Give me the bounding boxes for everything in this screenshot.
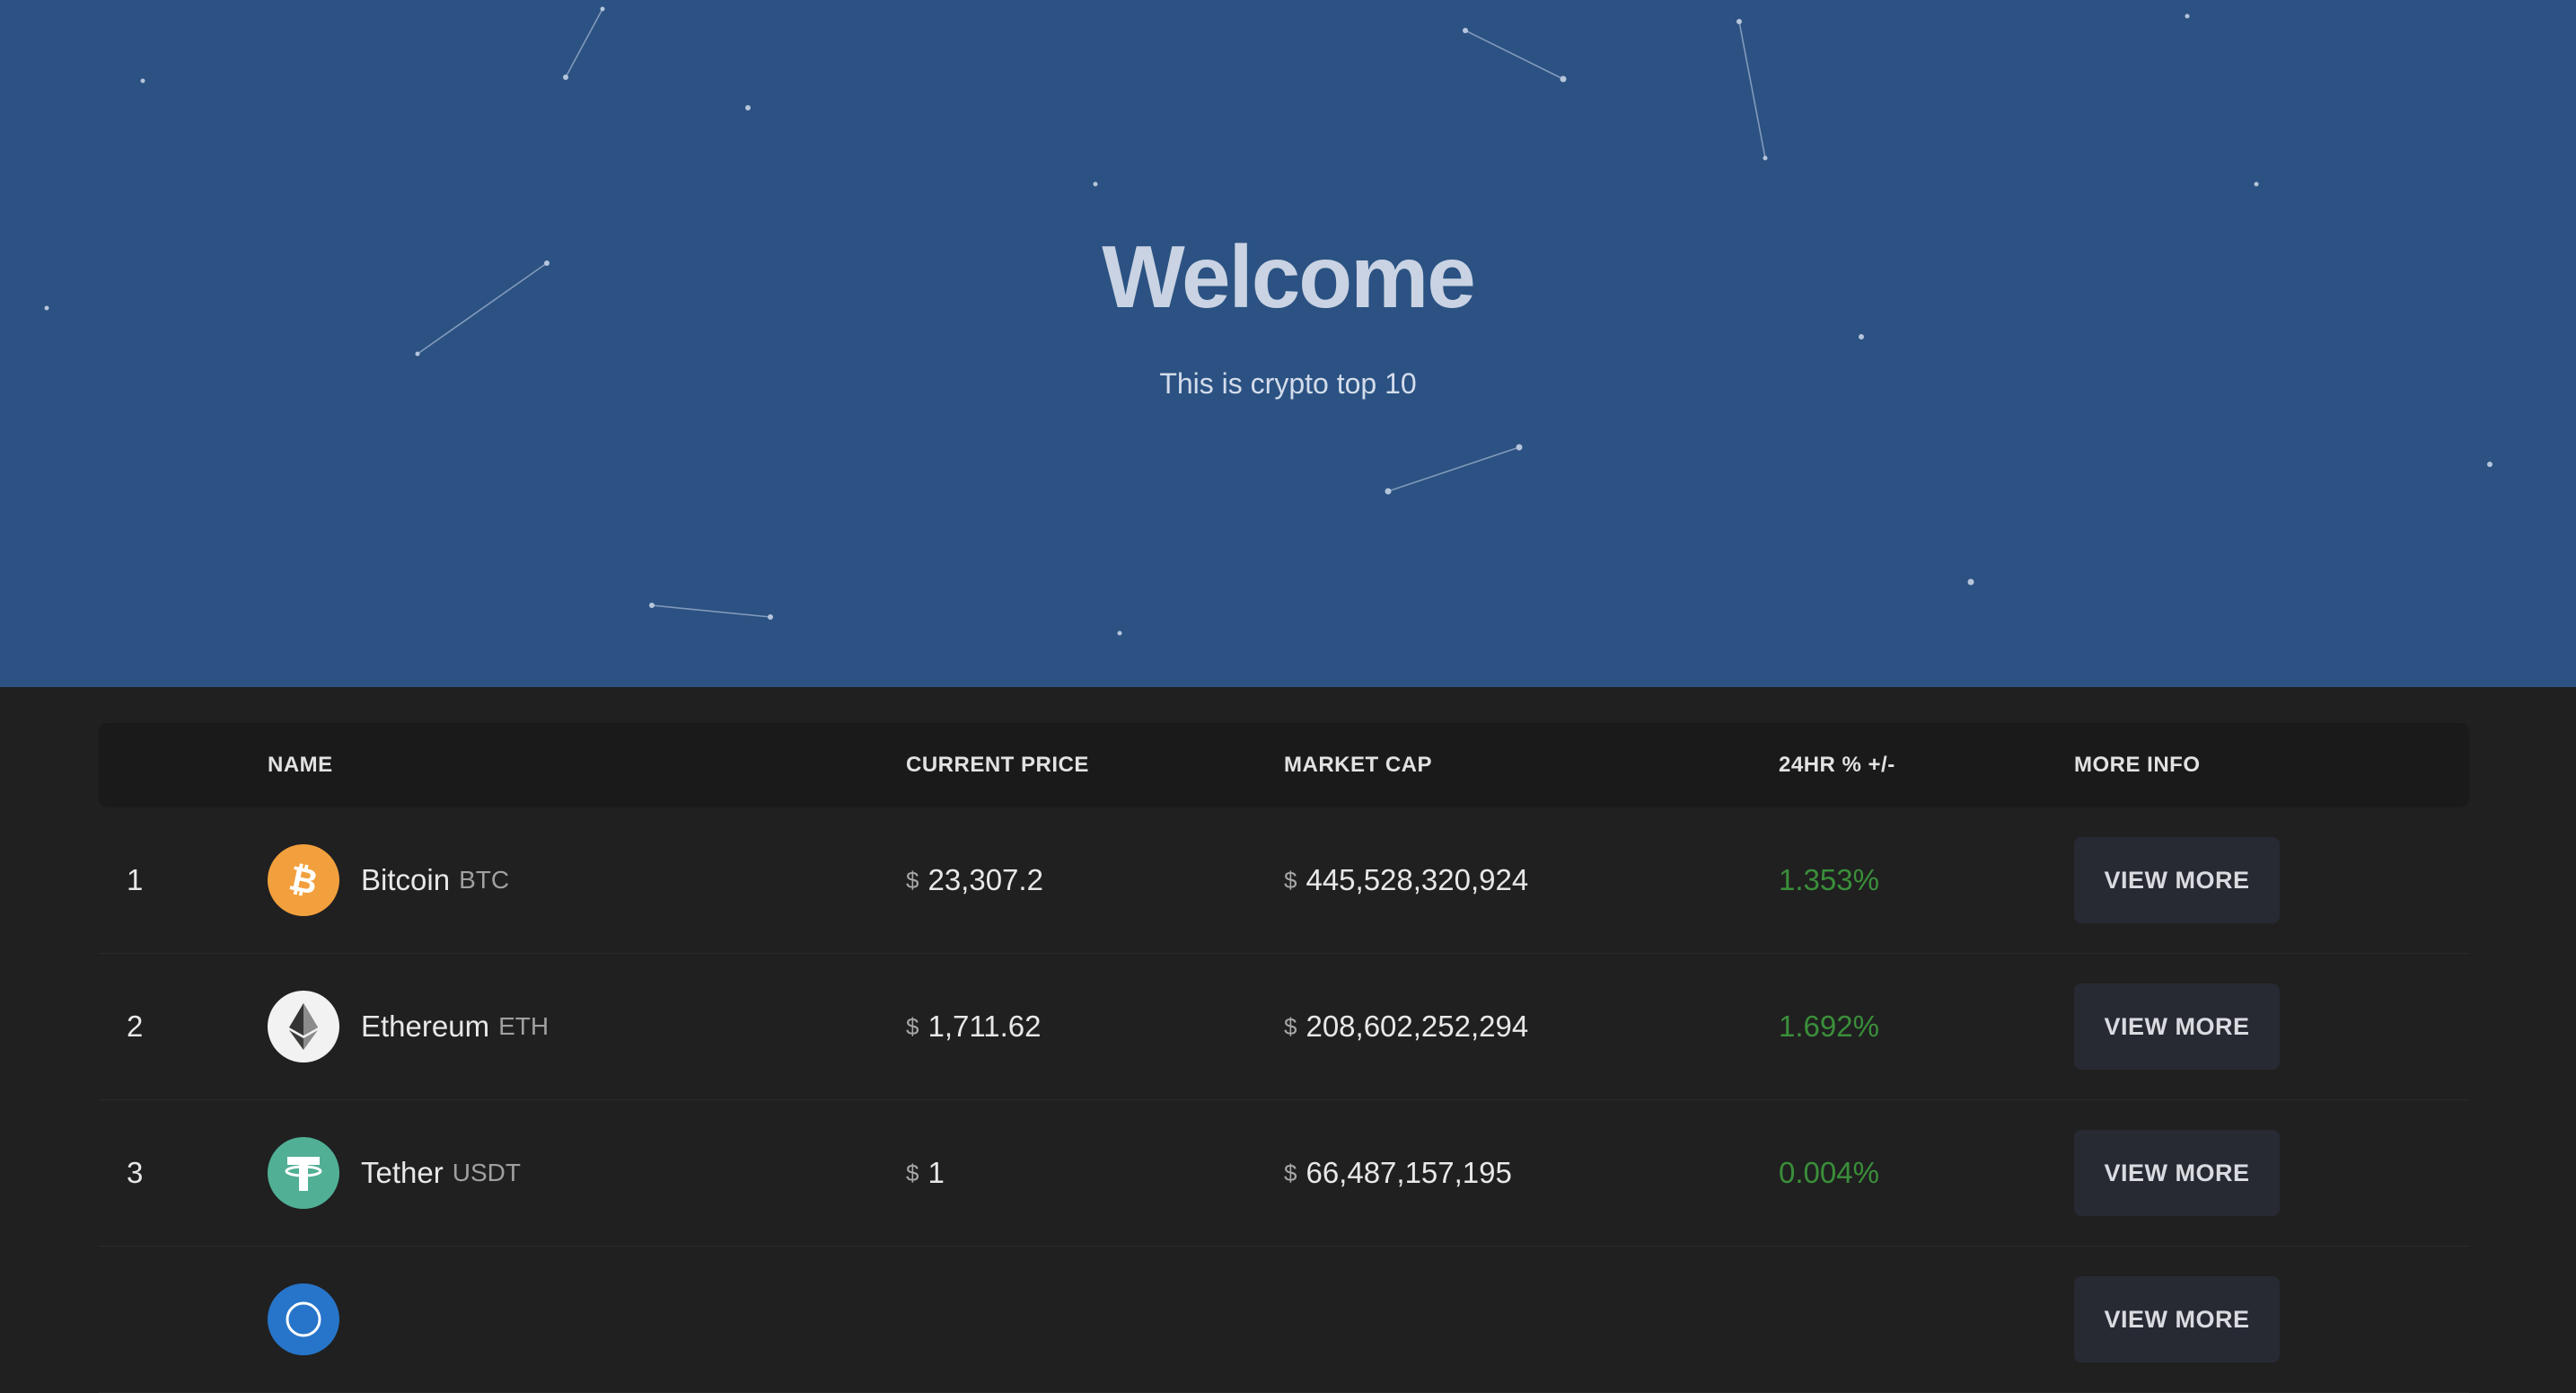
table-header: NAME CURRENT PRICE MARKET CAP 24HR % +/-…: [99, 723, 2469, 807]
change-value: 1.692%: [1779, 1009, 1879, 1043]
particle-background: [44, 6, 2492, 636]
more-info-cell: VIEW MORE: [2074, 807, 2280, 953]
header-24hr-change: 24HR % +/-: [1779, 753, 1895, 777]
market-cap-cell: $ 445,528,320,924: [1284, 807, 1528, 953]
bitcoin-icon: ₿: [268, 844, 339, 916]
coin-name-cell: Tether USDT: [268, 1100, 521, 1246]
more-info-cell: VIEW MORE: [2074, 1247, 2280, 1392]
view-more-button[interactable]: VIEW MORE: [2074, 837, 2280, 923]
price-value: 23,307.2: [928, 863, 1043, 896]
table-row: 2 Ethereum ETH $ 1,711.62 $ 208,602,252,…: [99, 954, 2469, 1100]
rank-cell: 3: [127, 1156, 144, 1189]
currency-symbol: $: [906, 866, 919, 894]
price-cell: $ 1: [906, 1100, 945, 1246]
price-value: 1,711.62: [928, 1009, 1042, 1043]
currency-symbol: $: [1284, 1012, 1297, 1040]
coin-name: Bitcoin: [361, 863, 451, 896]
rank-cell: 1: [127, 863, 144, 896]
view-more-button[interactable]: VIEW MORE: [2074, 1276, 2280, 1362]
view-more-button[interactable]: VIEW MORE: [2074, 983, 2280, 1070]
price-value: 1: [928, 1156, 945, 1189]
page-subtitle: This is crypto top 10: [1159, 367, 1417, 400]
currency-symbol: $: [1284, 866, 1297, 894]
coin-name: Tether: [361, 1156, 444, 1189]
market-cap-value: 208,602,252,294: [1306, 1009, 1529, 1043]
currency-symbol: $: [1284, 1159, 1297, 1186]
hero-banner: Welcome This is crypto top 10: [0, 0, 2576, 687]
view-more-button[interactable]: VIEW MORE: [2074, 1130, 2280, 1216]
svg-text:₿: ₿: [286, 858, 321, 902]
market-cap-cell: $ 66,487,157,195: [1284, 1100, 1512, 1246]
price-cell: $ 23,307.2: [906, 807, 1043, 953]
header-more-info: MORE INFO: [2074, 753, 2201, 777]
table-row: VIEW MORE: [99, 1247, 2469, 1393]
coin-symbol: USDT: [452, 1159, 521, 1186]
market-cap-value: 445,528,320,924: [1306, 863, 1529, 896]
coin-name-cell: Ethereum ETH: [268, 954, 549, 1099]
header-name: NAME: [268, 753, 333, 777]
ethereum-icon: [268, 991, 339, 1062]
currency-symbol: $: [906, 1012, 919, 1040]
page-title: Welcome: [1102, 227, 1475, 326]
table-row: 3 Tether USDT $ 1 $ 66,487,157,195 0.004…: [99, 1100, 2469, 1247]
coin-symbol: BTC: [459, 866, 510, 894]
crypto-table: NAME CURRENT PRICE MARKET CAP 24HR % +/-…: [99, 723, 2469, 1393]
tether-icon: [268, 1137, 339, 1209]
market-cap-value: 66,487,157,195: [1306, 1156, 1512, 1189]
more-info-cell: VIEW MORE: [2074, 954, 2280, 1099]
change-value: 1.353%: [1779, 863, 1879, 896]
coin-name: Ethereum: [361, 1009, 490, 1043]
crypto-table-section: NAME CURRENT PRICE MARKET CAP 24HR % +/-…: [0, 687, 2576, 1393]
usd-coin-icon: [268, 1283, 339, 1355]
rank-cell: 2: [127, 1009, 144, 1043]
header-market-cap: MARKET CAP: [1284, 753, 1432, 777]
currency-symbol: $: [906, 1159, 919, 1186]
more-info-cell: VIEW MORE: [2074, 1100, 2280, 1246]
table-row: 1 ₿ Bitcoin BTC $ 23,307.2 $ 445,528,320…: [99, 807, 2469, 954]
change-value: 0.004%: [1779, 1156, 1879, 1189]
coin-symbol: ETH: [498, 1012, 549, 1040]
price-cell: $ 1,711.62: [906, 954, 1041, 1099]
market-cap-cell: $ 208,602,252,294: [1284, 954, 1528, 1099]
coin-name-cell: [268, 1247, 361, 1392]
header-current-price: CURRENT PRICE: [906, 753, 1089, 777]
coin-name-cell: ₿ Bitcoin BTC: [268, 807, 509, 953]
